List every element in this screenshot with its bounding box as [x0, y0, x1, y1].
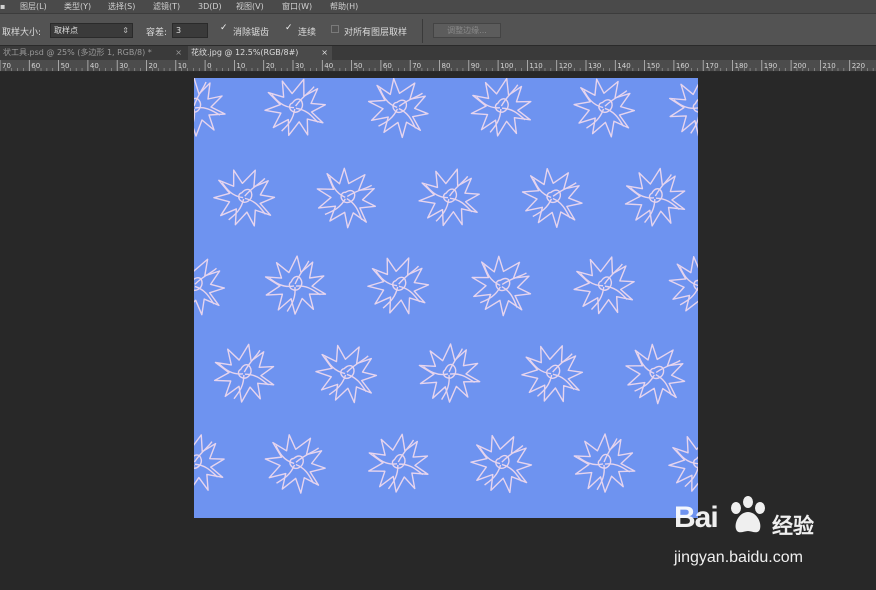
menu-3d[interactable]: 3D(D) — [198, 0, 222, 13]
ruler-label: 140 — [617, 62, 630, 70]
flower-pattern — [194, 78, 698, 505]
ruler-label: 150 — [647, 62, 660, 70]
pattern-flower — [658, 243, 698, 327]
document-canvas[interactable] — [194, 78, 698, 518]
watermark-brand: Bai — [674, 501, 719, 534]
menu-edge[interactable]: ▪ — [0, 0, 5, 13]
pattern-flower — [572, 432, 637, 494]
close-icon[interactable]: × — [175, 46, 182, 60]
anti-alias-label: 消除锯齿 — [233, 28, 270, 38]
ruler-label: 180 — [735, 62, 748, 70]
pattern-flower — [567, 248, 643, 322]
menu-bar: ▪ 图层(L) 类型(Y) 选择(S) 滤镜(T) 3D(D) 视图(V) 窗口… — [0, 0, 876, 13]
pattern-flower — [613, 331, 698, 416]
options-bar: 取样大小: 取样点 ⇕ 容差: 3 ✓ 消除锯齿 ✓ 连续 对所有图层取样 调整… — [0, 13, 876, 46]
ruler-label: 100 — [500, 62, 513, 70]
pattern-flower — [665, 78, 698, 140]
close-icon[interactable]: × — [321, 46, 328, 60]
anti-alias-checkbox[interactable]: ✓ — [220, 24, 229, 33]
pattern-flower — [461, 423, 543, 504]
ruler-label: 60 — [31, 62, 40, 70]
sample-size-value: 取样点 — [54, 26, 78, 35]
pattern-flower — [563, 78, 647, 148]
ruler-label: 120 — [559, 62, 572, 70]
pattern-flower — [254, 422, 338, 505]
ruler-label: 0 — [207, 62, 211, 70]
ruler-label: 210 — [822, 62, 835, 70]
ruler-label: 30 — [119, 62, 128, 70]
pattern-flower — [513, 334, 593, 412]
pattern-flower — [194, 426, 233, 500]
refine-edge-button[interactable]: 调整边缘... — [433, 23, 501, 38]
menu-layer[interactable]: 图层(L) — [20, 0, 47, 13]
baidu-watermark: Bai 经验 jingyan.baidu.com — [672, 496, 876, 580]
pattern-flower — [465, 78, 538, 143]
ruler-label: 170 — [705, 62, 718, 70]
pattern-flower — [209, 338, 281, 408]
ruler-label: 110 — [529, 62, 542, 70]
ruler-label: 200 — [793, 62, 806, 70]
all-layers-checkbox[interactable] — [331, 25, 339, 33]
ruler-label: 190 — [764, 62, 777, 70]
pattern-flower — [204, 158, 285, 237]
ruler-label: 40 — [90, 62, 99, 70]
menu-window[interactable]: 窗口(W) — [282, 0, 312, 13]
ruler-label: 60 — [383, 62, 392, 70]
pattern-flower — [619, 162, 692, 232]
menu-type[interactable]: 类型(Y) — [64, 0, 91, 13]
ruler-label: 90 — [471, 62, 480, 70]
ruler-ticks: 70 60 50 40 30 20 10 0 10 20 30 40 50 60 70 80 90 100 110 1… — [0, 60, 874, 71]
watermark-jingyan: 经验 — [772, 514, 814, 538]
pattern-flower — [356, 78, 442, 150]
all-layers-label: 对所有图层取样 — [344, 28, 408, 38]
ruler-label: 50 — [61, 62, 70, 70]
pattern-flower — [510, 155, 596, 240]
horizontal-ruler[interactable]: 70 60 50 40 30 20 10 0 10 20 30 40 50 60 70 80 90 100 110 1… — [0, 60, 876, 72]
ruler-label: 70 — [2, 62, 11, 70]
ruler-label: 50 — [354, 62, 363, 70]
menu-view[interactable]: 视图(V) — [236, 0, 264, 13]
divider — [422, 19, 423, 43]
menu-help[interactable]: 帮助(H) — [330, 0, 358, 13]
paw-logo-icon — [731, 496, 765, 533]
ruler-label: 10 — [236, 62, 245, 70]
ruler-label: 20 — [149, 62, 158, 70]
tab-document-psd[interactable]: 状工具.psd @ 25% (多边形 1, RGB/8) * × — [0, 46, 186, 60]
contiguous-label: 连续 — [298, 28, 317, 38]
tolerance-input[interactable]: 3 — [172, 23, 208, 38]
ruler-label: 20 — [266, 62, 275, 70]
tolerance-label: 容差: — [146, 28, 168, 38]
ruler-label: 30 — [295, 62, 304, 70]
contiguous-checkbox[interactable]: ✓ — [285, 24, 294, 33]
pattern-flower — [411, 160, 488, 235]
pattern-flower — [194, 244, 236, 326]
tab-document-jpg[interactable]: 花纹.jpg @ 12.5%(RGB/8#) × — [188, 46, 332, 60]
pattern-flower — [660, 425, 698, 502]
ruler-label: 80 — [442, 62, 451, 70]
pattern-flower — [304, 155, 390, 240]
tab-label: 状工具.psd @ 25% (多边形 1, RGB/8) * — [3, 48, 152, 57]
pattern-flower — [306, 333, 388, 414]
ruler-label: 10 — [178, 62, 187, 70]
pattern-flower — [416, 341, 483, 405]
sample-size-label: 取样大小: — [2, 28, 42, 38]
document-tab-bar: 状工具.psd @ 25% (多边形 1, RGB/8) * × 花纹.jpg … — [0, 46, 876, 60]
ruler-label: 70 — [412, 62, 421, 70]
tab-label: 花纹.jpg @ 12.5%(RGB/8#) — [191, 48, 299, 57]
ruler-label: 40 — [324, 62, 333, 70]
pattern-flower — [257, 78, 335, 145]
ruler-label: 160 — [676, 62, 689, 70]
ruler-label: 130 — [588, 62, 601, 70]
pattern-flower — [194, 78, 226, 137]
pattern-flower — [359, 246, 439, 324]
ruler-label: 220 — [852, 62, 865, 70]
sample-size-select[interactable]: 取样点 ⇕ — [50, 23, 133, 38]
pattern-flower — [262, 253, 329, 317]
chevron-updown-icon: ⇕ — [122, 26, 129, 35]
menu-filter[interactable]: 滤镜(T) — [153, 0, 180, 13]
menu-select[interactable]: 选择(S) — [108, 0, 135, 13]
pattern-flower — [459, 243, 545, 328]
pattern-flower — [363, 429, 434, 497]
watermark-url: jingyan.baidu.com — [674, 549, 803, 566]
